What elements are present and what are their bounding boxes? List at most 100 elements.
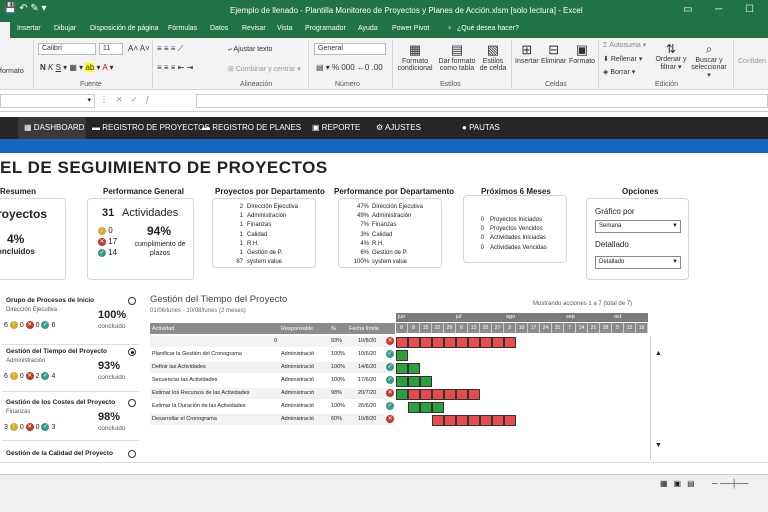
table-row[interactable]: Estimar los Recursos de las Actividades A… (150, 388, 395, 399)
radio-button[interactable] (128, 450, 136, 458)
confidential-button[interactable]: Confiden (738, 58, 766, 65)
gantt-bar-cell (504, 415, 516, 426)
process-item-costes[interactable]: Gestión de los Costes del Proyecto Finan… (2, 399, 139, 441)
tab-disposicion[interactable]: Disposición de página (90, 25, 159, 32)
process-item-tiempo[interactable]: Gestión del Tiempo del Proyecto Administ… (2, 348, 139, 392)
nav-ajustes[interactable]: ⚙ AJUSTES (370, 117, 450, 139)
table-row[interactable]: Definir las Actividades Administració 100%… (150, 362, 395, 373)
radio-button[interactable] (128, 399, 136, 407)
tell-me-search[interactable]: ¿Qué desea hacer? (457, 25, 519, 32)
formula-icons[interactable]: ⋮✕✓ƒ (100, 95, 158, 104)
nav-registro-planes[interactable]: ▬ REGISTRO DE PLANES (196, 117, 301, 139)
tab-datos[interactable]: Datos (210, 25, 228, 32)
tab-vista[interactable]: Vista (277, 25, 292, 32)
wrap-text-button[interactable]: ⤶ Ajustar texto (228, 46, 272, 54)
gantt-scrollbar[interactable]: ▲ ▼ (650, 336, 666, 460)
table-row[interactable]: 0 93% 10/8/20 (150, 336, 395, 347)
cell-resp: 0 (274, 338, 278, 344)
radio-button-selected[interactable] (128, 348, 136, 356)
format-cells-button[interactable]: ▣ Formato (569, 42, 595, 65)
graph-by-select[interactable]: Semana ▼ (595, 220, 681, 233)
font-name-select[interactable]: Calibri (38, 43, 96, 55)
gantt-bar-cell (408, 376, 420, 387)
cell-styles-button[interactable]: ▧ Estilos de celda (478, 42, 508, 72)
conditional-format-button[interactable]: ▦ Formato condicional (397, 42, 433, 72)
cell-date: 10/8/20 (358, 416, 377, 422)
gantt-bar-cell (492, 415, 504, 426)
gantt-bar-cell (468, 389, 480, 400)
activities-count: 31 (102, 207, 115, 219)
name-box[interactable]: ▾ (0, 94, 95, 108)
nav-registro-proyectos[interactable]: ▬ REGISTRO DE PROYECTOS (86, 117, 210, 139)
tab-insertar[interactable]: Insertar (17, 25, 41, 32)
process-item-calidad[interactable]: Gestión de la Calidad del Proyecto (2, 450, 139, 462)
done-icon: ✓ (386, 363, 394, 371)
formula-input[interactable] (196, 94, 768, 108)
number-buttons[interactable]: ▤ ▾ % 000 ←0 .00 (316, 63, 383, 72)
nav-dashboard[interactable]: ▦ DASHBOARD (18, 117, 86, 139)
gantt-bar-cell (432, 415, 444, 426)
tab-programador[interactable]: Programador (305, 25, 346, 32)
sort-filter-button[interactable]: ⇅ Ordenar y filtrar ▾ (653, 42, 689, 71)
cell-date: 26/6/20 (358, 403, 377, 409)
align-buttons[interactable]: ≡ ≡ ≡ ⇤ ⇥ (157, 63, 193, 72)
sheet-tab-strip[interactable] (0, 462, 768, 474)
tab-dibujar[interactable]: Dibujar (54, 25, 76, 32)
scroll-up-icon[interactable]: ▲ (655, 350, 662, 357)
nav-pautas[interactable]: ● PAUTAS (456, 117, 532, 139)
gantt-week-label: 31 (552, 323, 564, 333)
merge-center-button[interactable]: ⊞ Combinar y centrar ▾ (228, 65, 301, 73)
window-title: Ejemplo de llenado - Plantilla Monitoreo… (230, 6, 583, 15)
delete-cells-button[interactable]: ⊟ Eliminar (541, 42, 566, 65)
view-buttons[interactable]: ▦▣▤ (660, 479, 701, 488)
tab-home[interactable] (0, 22, 10, 38)
gantt-week-label: 10 (516, 323, 528, 333)
gantt-week-label: 5 (612, 323, 624, 333)
tab-revisar[interactable]: Revisar (242, 25, 266, 32)
font-size-select[interactable]: 11 (99, 43, 123, 55)
table-row[interactable]: Desarrollar el Cronograma Administració 60… (150, 414, 395, 425)
find-select-button[interactable]: ⌕ Buscar y seleccionar ▾ (690, 42, 728, 79)
gantt-week-label: 20 (480, 323, 492, 333)
gantt-week-label: 3 (504, 323, 516, 333)
detail-select[interactable]: Detallado ▼ (595, 256, 681, 269)
gantt-bar-cell (396, 337, 408, 348)
summary-projects: royectos (0, 207, 48, 221)
scroll-down-icon[interactable]: ▼ (655, 442, 662, 449)
cell-act: Estimar la Duración de las Actividades (152, 403, 246, 409)
nav-reporte[interactable]: ▣ REPORTE (306, 117, 366, 139)
table-row[interactable]: Planificar la Gestión del Cronograma Admi… (150, 349, 395, 360)
overdue-icon: ✕ (386, 415, 394, 423)
group-numero: Número (335, 81, 360, 88)
process-item-inicio[interactable]: Grupo de Procesos de Inicio Dirección Ej… (2, 297, 139, 345)
options-card: Gráfico por Semana ▼ Detallado Detallado ▼ (586, 198, 689, 280)
number-format-select[interactable]: General (314, 43, 386, 55)
tab-ayuda[interactable]: Ayuda (358, 25, 378, 32)
insert-cells-button[interactable]: ⊞ Insertar (515, 42, 539, 65)
tab-power-pivot[interactable]: Power Pivot (392, 25, 429, 32)
fill-button[interactable]: ⬇ Rellenar ▾ (603, 55, 642, 63)
formula-bar: ▾ ⋮✕✓ƒ (0, 90, 768, 112)
quick-access-toolbar[interactable]: 💾 ↶ ✎ ▾ (4, 3, 47, 14)
font-grow-icon[interactable]: A˄ A˅ (128, 44, 150, 53)
table-row[interactable]: Secuenciar las Actividades Administració 1… (150, 375, 395, 386)
table-row[interactable]: Estimar la Duración de las Actividades Ad… (150, 401, 395, 412)
ribbon-tabs: Insertar Dibujar Disposición de página F… (0, 22, 768, 38)
format-table-button[interactable]: ▤ Dar formato como tabla (437, 42, 477, 72)
clear-button[interactable]: ◈ Borrar ▾ (603, 68, 635, 76)
format-painter-label[interactable]: formato (0, 68, 24, 75)
radio-button[interactable] (128, 297, 136, 305)
font-style-buttons[interactable]: N K S ▾ ▦ ▾ ab ▾ A ▾ (40, 63, 114, 72)
perf-dept-names: Dirección Ejecutiva Administración Finanza… (372, 204, 424, 266)
gantt-week-label: 12 (624, 323, 636, 333)
zoom-slider[interactable]: ─ ──┼── (712, 479, 748, 488)
window-controls[interactable]: ▭ ─ ☐ (683, 4, 764, 15)
tab-formulas[interactable]: Fórmulas (168, 25, 197, 32)
autosum-button[interactable]: Σ Autosuma ▾ (603, 41, 646, 49)
align-top-icons[interactable]: ≡ ≡ ≡ ⟋ (157, 44, 183, 54)
group-edicion: Edición (655, 81, 678, 88)
gantt-week-label: 7 (564, 323, 576, 333)
cell-resp: Administració (281, 351, 315, 357)
gantt-bar-cell (420, 376, 432, 387)
tell-me-icon[interactable]: ♀ (447, 25, 452, 32)
